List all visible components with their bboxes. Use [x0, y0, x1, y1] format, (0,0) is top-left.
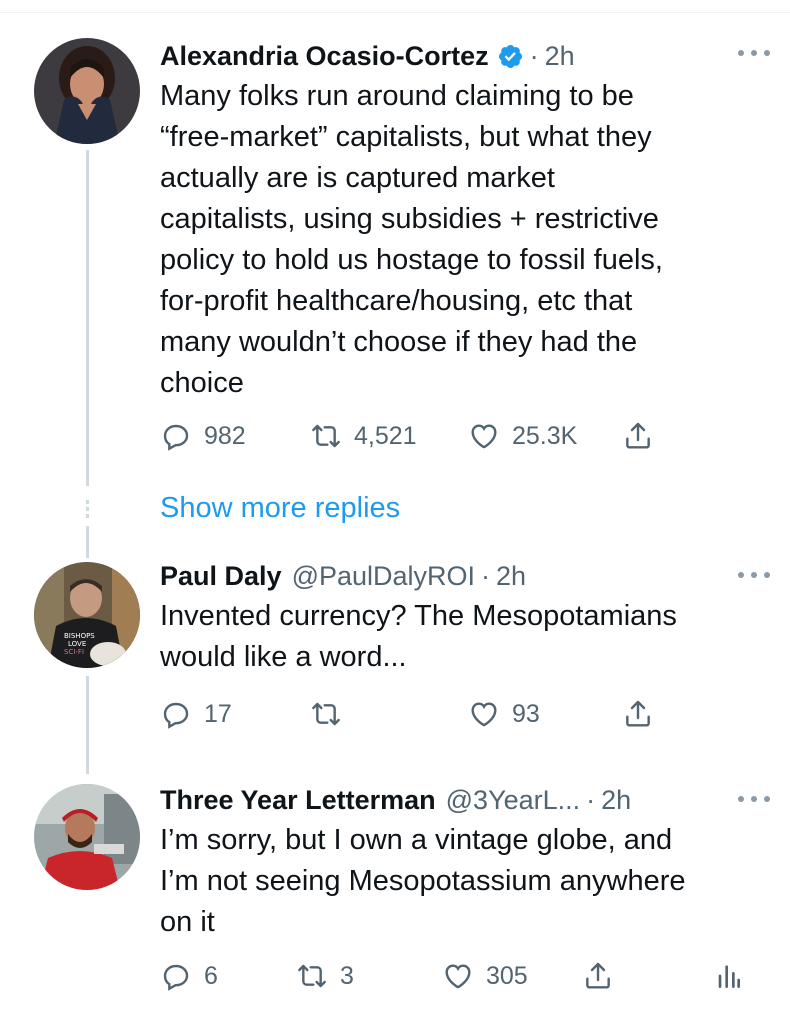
- display-name[interactable]: Alexandria Ocasio-Cortez: [160, 41, 489, 72]
- svg-text:BISHOPS: BISHOPS: [64, 632, 95, 640]
- show-more-replies-link[interactable]: Show more replies: [160, 492, 400, 525]
- retweet-icon: [312, 424, 340, 448]
- reply-count: 982: [204, 421, 246, 450]
- like-count: 25.3K: [512, 421, 578, 450]
- svg-text:LOVE: LOVE: [68, 640, 86, 648]
- retweet-button[interactable]: 3: [296, 956, 354, 996]
- timestamp[interactable]: 2h: [545, 41, 575, 72]
- thread-line: [86, 526, 89, 558]
- share-icon: [586, 962, 610, 989]
- retweet-button[interactable]: 4,521: [310, 416, 417, 456]
- like-button[interactable]: 25.3K: [468, 416, 577, 456]
- more-icon[interactable]: [738, 40, 770, 66]
- like-button[interactable]: 305: [442, 956, 528, 996]
- share-icon: [626, 422, 650, 449]
- separator: ·: [481, 560, 491, 591]
- analytics-button[interactable]: [712, 956, 744, 996]
- svg-text:SCI-FI: SCI-FI: [64, 648, 84, 656]
- thread-ellipsis: [86, 500, 89, 521]
- avatar[interactable]: [34, 784, 140, 890]
- retweet-count: 3: [340, 961, 354, 990]
- share-button[interactable]: [622, 694, 654, 734]
- more-icon[interactable]: [738, 786, 770, 812]
- separator: ·: [586, 784, 596, 815]
- tweet-actions: 6 3 305: [160, 956, 760, 996]
- like-count: 305: [486, 961, 528, 990]
- more-icon[interactable]: [738, 562, 770, 588]
- like-button[interactable]: 93: [468, 694, 540, 734]
- thread-line: [86, 676, 89, 774]
- share-button[interactable]: [582, 956, 614, 996]
- heart-icon: [445, 964, 471, 989]
- reply-icon: [163, 424, 189, 451]
- heart-icon: [471, 424, 497, 449]
- handle[interactable]: @PaulDalyROI: [292, 561, 475, 592]
- share-button[interactable]: [622, 416, 654, 456]
- reply-button[interactable]: 17: [160, 694, 232, 734]
- separator: ·: [529, 40, 539, 71]
- tweet-text: Many folks run around claiming to be “fr…: [160, 80, 663, 399]
- analytics-icon: [718, 965, 740, 988]
- share-icon: [626, 700, 650, 727]
- reply-button[interactable]: 982: [160, 416, 246, 456]
- reply-count: 6: [204, 961, 218, 990]
- heart-icon: [471, 702, 497, 727]
- top-divider: [0, 12, 790, 13]
- retweet-count: 4,521: [354, 421, 417, 450]
- tweet-actions: 17 93: [160, 694, 760, 734]
- reply-count: 17: [204, 699, 232, 728]
- retweet-icon: [312, 702, 340, 726]
- verified-badge-icon: [497, 43, 524, 70]
- thread-line: [86, 150, 89, 486]
- timestamp[interactable]: 2h: [601, 785, 631, 816]
- tweet-text: I’m sorry, but I own a vintage globe, an…: [160, 824, 686, 938]
- display-name[interactable]: Three Year Letterman: [160, 785, 436, 816]
- timestamp[interactable]: 2h: [496, 561, 526, 592]
- avatar[interactable]: [34, 38, 140, 144]
- tweet-actions: 982 4,521 25.3K: [160, 416, 760, 456]
- like-count: 93: [512, 699, 540, 728]
- reply-button[interactable]: 6: [160, 956, 218, 996]
- reply-icon: [163, 964, 189, 991]
- handle[interactable]: @3YearL...: [446, 785, 581, 816]
- avatar[interactable]: BISHOPS LOVE SCI-FI: [34, 562, 140, 668]
- retweet-button[interactable]: [310, 694, 354, 734]
- reply-icon: [163, 702, 189, 729]
- tweet-text: Invented currency? The Mesopotamians wou…: [160, 600, 677, 673]
- display-name[interactable]: Paul Daly: [160, 561, 282, 592]
- retweet-icon: [298, 964, 326, 988]
